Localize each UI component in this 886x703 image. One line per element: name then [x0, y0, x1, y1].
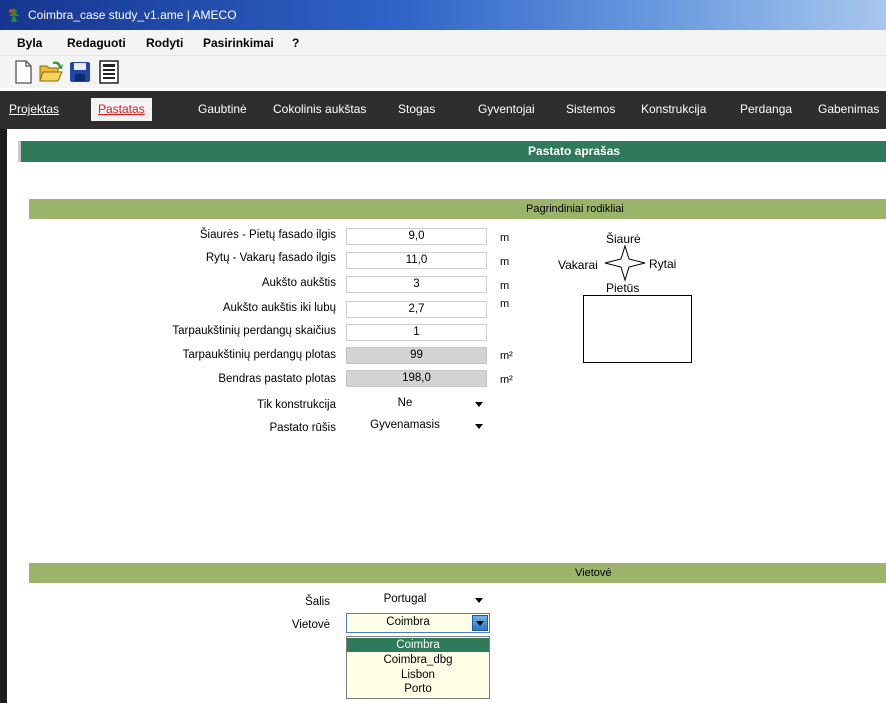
- select-value: Portugal: [383, 593, 427, 605]
- storey-height-input[interactable]: 3: [346, 276, 487, 293]
- compass-south-label: Pietūs: [606, 281, 640, 295]
- compass-east-label: Rytai: [649, 257, 677, 271]
- field-unit: m²: [500, 374, 513, 386]
- select-value: Coimbra: [386, 616, 430, 628]
- construction-only-select[interactable]: Ne: [346, 395, 487, 413]
- menu-pasirinkimai[interactable]: Pasirinkimai: [203, 36, 274, 50]
- section-header-location: Vietovė: [29, 563, 886, 583]
- field-unit: m²: [500, 350, 513, 362]
- field-unit: m: [500, 256, 510, 268]
- new-file-icon[interactable]: [10, 59, 36, 85]
- menu-byla[interactable]: Byla: [17, 36, 42, 50]
- tab-konstrukcija[interactable]: Konstrukcija: [641, 102, 706, 116]
- tab-gabenimas[interactable]: Gabenimas: [818, 102, 879, 116]
- toolbar: [0, 56, 886, 88]
- menu-bar: Byla Redaguoti Rodyti Pasirinkimai ?: [0, 30, 886, 56]
- floor-area-readonly: 99: [346, 347, 487, 364]
- section-title-main: Pagrindiniai rodikliai: [526, 203, 624, 215]
- tab-cokolinis-aukstas[interactable]: Cokolinis aukštas: [273, 102, 366, 116]
- dropdown-option-coimbra[interactable]: Coimbra: [347, 638, 489, 652]
- dropdown-option-lisbon[interactable]: Lisbon: [347, 668, 489, 682]
- field-unit: m: [500, 298, 510, 310]
- location-dropdown-list: Coimbra Coimbra_dbg Lisbon Porto: [346, 636, 490, 699]
- ew-facade-length-input[interactable]: 11,0: [346, 252, 487, 269]
- tab-gaubtine[interactable]: Gaubtinė: [198, 102, 247, 116]
- ns-facade-length-input[interactable]: 9,0: [346, 228, 487, 245]
- title-bar: Coimbra_case study_v1.ame | AMECO: [0, 0, 886, 30]
- section-title-location: Vietovė: [575, 567, 612, 579]
- tab-perdanga[interactable]: Perdanga: [740, 102, 792, 116]
- field-label: Aukšto aukštis iki lubų: [222, 302, 336, 314]
- window-title: Coimbra_case study_v1.ame | AMECO: [28, 8, 237, 22]
- tab-pastatas[interactable]: Pastatas: [91, 98, 152, 121]
- tab-gyventojai[interactable]: Gyventojai: [478, 102, 535, 116]
- total-area-readonly: 198,0: [346, 370, 487, 387]
- save-icon[interactable]: [67, 59, 93, 85]
- location-select[interactable]: Coimbra: [346, 613, 490, 633]
- menu-help[interactable]: ?: [292, 36, 299, 50]
- building-type-select[interactable]: Gyvenamasis: [346, 417, 487, 435]
- building-plan-preview: [583, 295, 692, 363]
- field-unit: m: [500, 232, 510, 244]
- field-label: Šiaurės - Pietų fasado ilgis: [199, 229, 336, 241]
- chevron-down-icon: [475, 402, 483, 407]
- ceiling-height-input[interactable]: 2,7: [346, 301, 487, 318]
- menu-redaguoti[interactable]: Redaguoti: [67, 36, 126, 50]
- select-value: Gyvenamasis: [370, 419, 440, 431]
- report-icon[interactable]: [96, 59, 122, 85]
- field-label: Rytų - Vakarų fasado ilgis: [205, 252, 336, 264]
- left-frame: [0, 129, 7, 703]
- field-label: Tarpaukštinių perdangų skaičius: [172, 325, 336, 337]
- menu-rodyti[interactable]: Rodyti: [146, 36, 183, 50]
- dropdown-option-coimbra-dbg[interactable]: Coimbra_dbg: [347, 653, 489, 667]
- tab-projektas[interactable]: Projektas: [9, 102, 59, 116]
- chevron-down-icon: [475, 598, 483, 603]
- field-label: Aukšto aukštis: [261, 277, 336, 289]
- tab-stogas[interactable]: Stogas: [398, 102, 435, 116]
- field-label: Tarpaukštinių perdangų plotas: [182, 349, 336, 361]
- floor-count-input[interactable]: 1: [346, 324, 487, 341]
- app-logo-icon: [9, 8, 19, 22]
- select-label: Tik konstrukcija: [257, 399, 336, 411]
- page-header: Pastato aprašas: [18, 141, 886, 162]
- select-label: Pastato rūšis: [269, 422, 336, 434]
- chevron-down-icon: [475, 424, 483, 429]
- field-unit: m: [500, 280, 510, 292]
- section-header-main: Pagrindiniai rodikliai: [29, 199, 886, 219]
- tab-sistemos[interactable]: Sistemos: [566, 102, 615, 116]
- location-label: Vietovė: [291, 619, 330, 631]
- country-select[interactable]: Portugal: [346, 591, 487, 609]
- compass-west-label: Vakarai: [558, 258, 598, 272]
- page-title: Pastato aprašas: [528, 144, 621, 158]
- compass-star-icon: [604, 244, 646, 282]
- open-folder-icon[interactable]: [38, 59, 64, 85]
- country-label: Šalis: [305, 596, 330, 608]
- tab-bar: Projektas Pastatas Gaubtinė Cokolinis au…: [0, 91, 886, 129]
- dropdown-button-icon[interactable]: [472, 615, 488, 631]
- select-value: Ne: [397, 397, 413, 409]
- dropdown-option-porto[interactable]: Porto: [347, 682, 489, 696]
- field-label: Bendras pastato plotas: [218, 373, 336, 385]
